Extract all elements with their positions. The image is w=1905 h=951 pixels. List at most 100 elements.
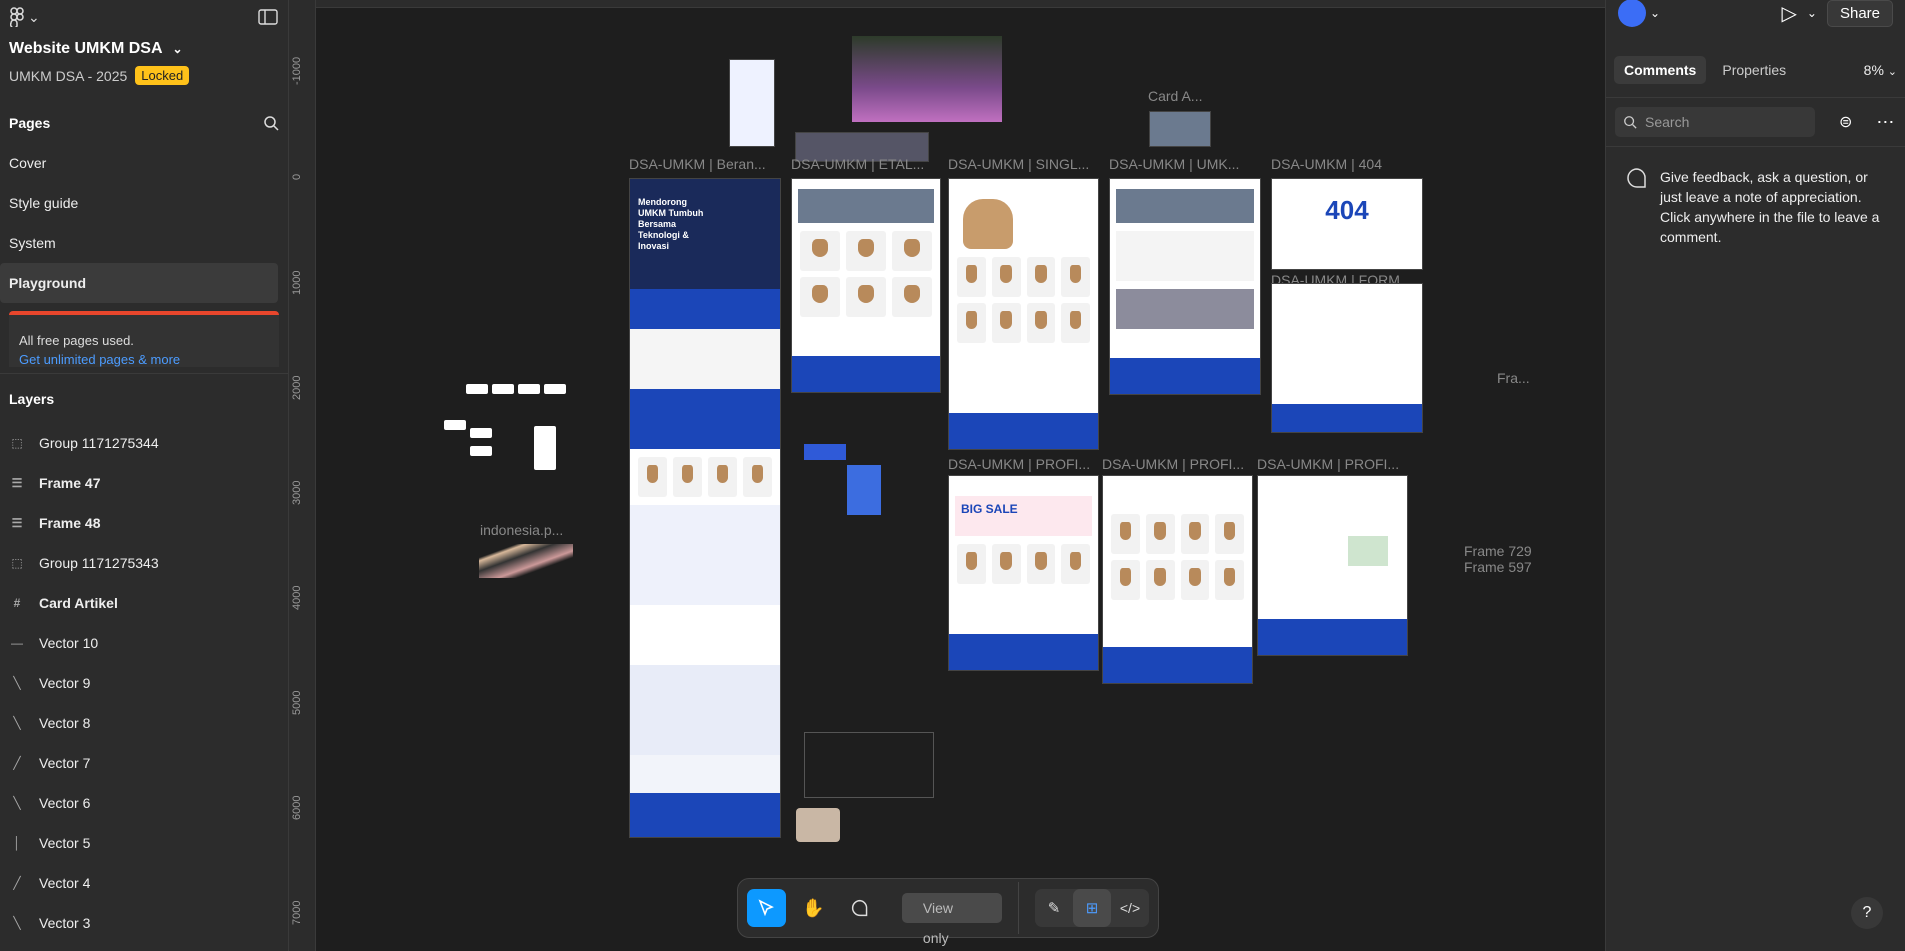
frame-beranda[interactable]: Mendorong UMKM Tumbuh Bersama Teknologi … xyxy=(629,178,781,838)
page-item-style-guide[interactable]: Style guide xyxy=(0,183,288,223)
product-card xyxy=(708,457,737,497)
user-menu[interactable]: ⌄ xyxy=(1618,0,1660,27)
vector-icon: — xyxy=(11,636,23,650)
layer-item[interactable]: ⬚ Group 1171275343 xyxy=(0,543,288,583)
layer-item[interactable]: ╲ Vector 9 xyxy=(0,663,288,703)
layer-item[interactable]: ╲ Vector 6 xyxy=(0,783,288,823)
layer-label: Group 1171275344 xyxy=(39,435,159,451)
product-card xyxy=(846,231,886,271)
comment-tool-button[interactable] xyxy=(841,889,880,927)
present-play-icon[interactable]: ▷ xyxy=(1782,1,1797,26)
footer xyxy=(949,634,1098,670)
upsell-text: All free pages used. xyxy=(19,333,134,348)
help-button[interactable]: ? xyxy=(1851,897,1883,929)
more-options-icon[interactable]: ⋯ xyxy=(1876,112,1894,133)
search-input[interactable] xyxy=(1645,114,1795,130)
footer xyxy=(630,793,780,837)
banner xyxy=(798,189,934,223)
frame-single-product[interactable] xyxy=(948,178,1099,450)
sitemap-diagram[interactable] xyxy=(444,376,584,476)
zoom-level[interactable]: 8% ⌄ xyxy=(1864,62,1897,78)
layer-item[interactable]: ╲ Vector 3 xyxy=(0,903,288,943)
search-field[interactable] xyxy=(1615,107,1815,137)
layer-item[interactable]: ☰ Frame 47 xyxy=(0,463,288,503)
flow-diagram[interactable] xyxy=(804,732,934,798)
vector-icon: ╲ xyxy=(13,916,21,930)
draw-mode-button[interactable]: ✎ xyxy=(1035,889,1073,927)
greenhouse-image[interactable] xyxy=(852,36,1002,122)
layer-item[interactable]: ╱ Vector 7 xyxy=(0,743,288,783)
vector-icon: ╱ xyxy=(13,756,21,770)
product-card xyxy=(800,277,840,317)
frame-profil-3[interactable] xyxy=(1257,475,1408,656)
search-icon xyxy=(1624,116,1637,129)
page-item-cover[interactable]: Cover xyxy=(0,143,288,183)
frame-404[interactable]: 404 xyxy=(1271,178,1423,270)
design-canvas[interactable]: Card A... DSA-UMKM | Beran... DSA-UMKM |… xyxy=(316,8,1605,951)
sidebar-toggle-icon[interactable] xyxy=(258,9,278,25)
layer-label: Vector 7 xyxy=(39,755,91,771)
layer-label: Vector 9 xyxy=(39,675,91,691)
page-item-system[interactable]: System xyxy=(0,223,288,263)
sitemap-node xyxy=(466,384,488,394)
indonesia-map-image[interactable] xyxy=(479,544,573,578)
chevron-down-icon: ⌄ xyxy=(28,8,40,25)
filter-icon[interactable]: ⊜ xyxy=(1839,112,1852,132)
frame-profil-1[interactable]: BIG SALE xyxy=(948,475,1099,671)
layers-list: ⬚ Group 1171275344 ☰ Frame 47 ☰ Frame 48 ⬚ G… xyxy=(0,423,288,943)
comment-bubble-icon xyxy=(1627,168,1646,188)
brand-grid xyxy=(1116,231,1254,281)
layer-item[interactable]: │ Vector 5 xyxy=(0,823,288,863)
sitemap-node xyxy=(492,384,514,394)
product-image xyxy=(963,199,1013,249)
hand-icon: ✋ xyxy=(802,897,825,918)
frame-label: DSA-UMKM | ETAL... xyxy=(791,156,925,172)
layer-item[interactable]: ╱ Vector 4 xyxy=(0,863,288,903)
faq-section xyxy=(630,665,780,755)
layer-item[interactable]: # Card Artikel xyxy=(0,583,288,623)
comment-search-row: ⊜ ⋯ xyxy=(1606,98,1905,146)
layer-item[interactable]: — Vector 10 xyxy=(0,623,288,663)
page-item-playground[interactable]: Playground xyxy=(0,263,278,303)
mode-toggle-group: ✎ ⊞ </> xyxy=(1035,889,1149,927)
move-tool-button[interactable] xyxy=(747,889,786,927)
zoom-value: 8% xyxy=(1863,61,1884,78)
promo-images xyxy=(1116,289,1254,329)
product-card xyxy=(846,277,886,317)
hand-tool-button[interactable]: ✋ xyxy=(794,889,833,927)
product-card xyxy=(991,257,1021,297)
tab-properties[interactable]: Properties xyxy=(1712,56,1796,84)
footer xyxy=(1103,647,1252,683)
layer-item[interactable]: ⬚ Group 1171275344 xyxy=(0,423,288,463)
cloud-tile[interactable] xyxy=(804,444,846,460)
product-card xyxy=(1026,257,1056,297)
design-mode-button[interactable]: ⊞ xyxy=(1073,889,1111,927)
image-fill xyxy=(852,36,1002,122)
upsell-link[interactable]: Get unlimited pages & more xyxy=(19,352,269,367)
frame-form[interactable] xyxy=(1271,283,1423,433)
project-name[interactable]: UMKM DSA - 2025 xyxy=(9,68,127,84)
team-photo[interactable] xyxy=(796,808,840,842)
cloud-tile[interactable] xyxy=(847,465,881,515)
footer xyxy=(1110,358,1260,394)
layer-item[interactable]: ☰ Frame 48 xyxy=(0,503,288,543)
product-card xyxy=(1145,560,1175,600)
right-sidebar: ⌄ ▷ ⌄ Share Comments Properties 8% ⌄ ⊜ ⋯… xyxy=(1605,0,1905,951)
figma-logo-icon xyxy=(10,7,24,27)
chevron-down-icon[interactable]: ⌄ xyxy=(1807,6,1817,20)
card-artikel-frame[interactable] xyxy=(1149,111,1211,147)
group-icon: ⬚ xyxy=(11,556,23,570)
frame-etalase[interactable] xyxy=(791,178,941,393)
dev-mode-button[interactable]: </> xyxy=(1111,889,1149,927)
tab-comments[interactable]: Comments xyxy=(1614,55,1707,84)
frame-profil-2[interactable] xyxy=(1102,475,1253,684)
file-title-row[interactable]: Website UMKM DSA ⌄ xyxy=(0,34,288,58)
cursor-icon xyxy=(758,899,775,917)
share-button[interactable]: Share xyxy=(1826,0,1893,27)
mobile-chat-frame[interactable] xyxy=(729,59,775,147)
main-menu-button[interactable]: ⌄ xyxy=(10,7,40,27)
layer-item[interactable]: ╲ Vector 8 xyxy=(0,703,288,743)
frame-umkm[interactable] xyxy=(1109,178,1261,395)
search-icon[interactable] xyxy=(263,115,279,131)
pages-list: Cover Style guide System Playground xyxy=(0,143,288,303)
